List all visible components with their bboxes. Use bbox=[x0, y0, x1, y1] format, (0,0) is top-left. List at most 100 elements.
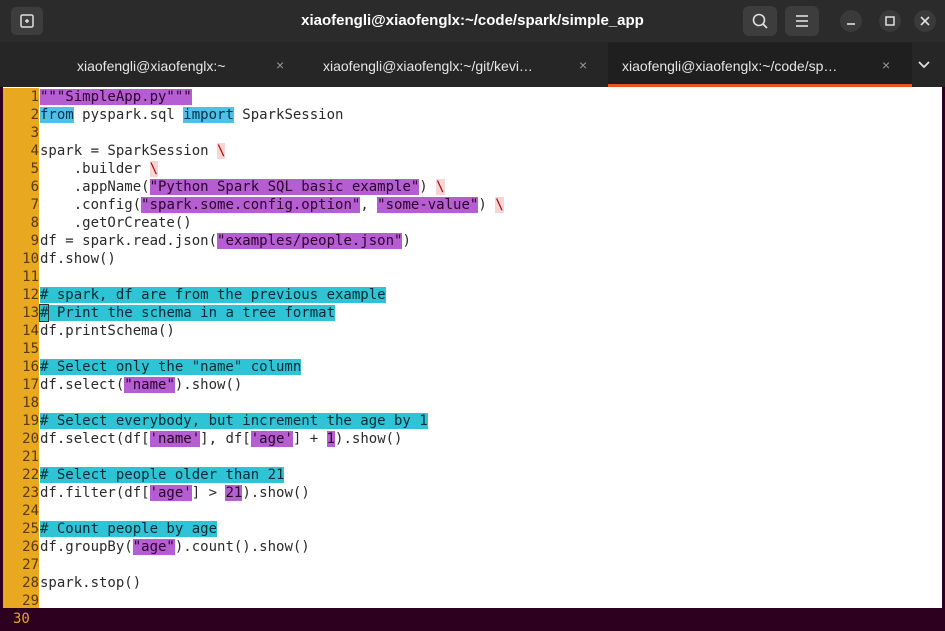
code-line[interactable]: 23 df.filter(df['age'] > 21).show() bbox=[3, 484, 942, 502]
title-bar: xiaofengli@xiaofenglx:~/code/spark/simpl… bbox=[0, 0, 945, 42]
code-text: .builder \ bbox=[40, 160, 159, 178]
line-number: 1 bbox=[3, 88, 39, 106]
code-line[interactable]: 14 df.printSchema() bbox=[3, 322, 942, 340]
code-text: # spark, df are from the previous exampl… bbox=[40, 286, 386, 304]
code-line[interactable]: 9 df = spark.read.json("examples/people.j… bbox=[3, 232, 942, 250]
code-text: # Print the schema in a tree format bbox=[38, 304, 336, 322]
tab-label: xiaofengli@xiaofenglx:~ bbox=[77, 58, 226, 74]
line-number: 14 bbox=[3, 322, 39, 340]
line-number: 19 bbox=[3, 412, 39, 430]
syntax-token: "examples/people.json" bbox=[217, 233, 403, 249]
vim-editor[interactable]: 1 """SimpleApp.py""" 2 from pyspark.sql imp… bbox=[3, 87, 942, 610]
code-token: df = spark.read.json( bbox=[40, 233, 218, 249]
code-text: from pyspark.sql import SparkSession bbox=[40, 106, 343, 124]
tab-list-button[interactable] bbox=[915, 56, 933, 79]
code-line[interactable]: 1 """SimpleApp.py""" bbox=[3, 88, 942, 106]
code-token: ).show() bbox=[335, 431, 403, 447]
code-text: df.groupBy("age").count().show() bbox=[40, 538, 310, 556]
syntax-token: "name" bbox=[124, 377, 175, 393]
code-token: df.printSchema() bbox=[40, 323, 175, 339]
code-line[interactable]: 8 .getOrCreate() bbox=[3, 214, 942, 232]
search-button[interactable] bbox=[743, 6, 777, 36]
code-line[interactable]: 10 df.show() bbox=[3, 250, 942, 268]
code-line[interactable]: 13 # Print the schema in a tree format bbox=[3, 304, 942, 322]
close-window-button[interactable] bbox=[914, 10, 936, 32]
code-line[interactable]: 4 spark = SparkSession \ bbox=[3, 142, 942, 160]
syntax-token: # Select everybody, but increment the ag… bbox=[40, 413, 428, 429]
code-line[interactable]: 25 # Count people by age bbox=[3, 520, 942, 538]
line-number: 22 bbox=[3, 466, 39, 484]
code-text: .config("spark.some.config.option", "som… bbox=[40, 196, 504, 214]
code-token: spark.stop() bbox=[40, 575, 142, 591]
code-text: spark.stop() bbox=[40, 574, 141, 592]
line-number: 12 bbox=[3, 286, 39, 304]
code-line[interactable]: 2 from pyspark.sql import SparkSession bbox=[3, 106, 942, 124]
code-line[interactable]: 24 bbox=[3, 502, 942, 520]
syntax-token: 1 bbox=[326, 431, 336, 447]
tab-simple-app[interactable]: xiaofengli@xiaofenglx:~/code/sp… × bbox=[608, 42, 912, 87]
code-line[interactable]: 11 bbox=[3, 268, 942, 286]
code-token: ) bbox=[478, 197, 496, 213]
code-line[interactable]: 3 bbox=[3, 124, 942, 142]
code-line[interactable]: 15 bbox=[3, 340, 942, 358]
line-number: 2 bbox=[3, 106, 39, 124]
menu-button[interactable] bbox=[785, 6, 819, 36]
code-line[interactable]: 16 # Select only the "name" column bbox=[3, 358, 942, 376]
line-number: 4 bbox=[3, 142, 39, 160]
line-number: 30 bbox=[13, 611, 30, 627]
syntax-token: # spark, df are from the previous exampl… bbox=[40, 287, 386, 303]
tab-home[interactable]: xiaofengli@xiaofenglx:~ × bbox=[0, 42, 303, 87]
line-number: 3 bbox=[3, 124, 39, 142]
code-line[interactable]: 22 # Select people older than 21 bbox=[3, 466, 942, 484]
tab-close-icon[interactable]: × bbox=[579, 57, 587, 73]
code-line[interactable]: 19 # Select everybody, but increment the … bbox=[3, 412, 942, 430]
code-token: df.select(df[ bbox=[40, 431, 150, 447]
syntax-token: \ bbox=[436, 179, 445, 195]
syntax-token: import bbox=[183, 107, 234, 123]
code-token: ], df[ bbox=[200, 431, 251, 447]
syntax-token: 'age' bbox=[149, 485, 192, 501]
code-line[interactable]: 18 bbox=[3, 394, 942, 412]
code-line[interactable]: 26 df.groupBy("age").count().show() bbox=[3, 538, 942, 556]
line-number: 26 bbox=[3, 538, 39, 556]
code-line[interactable]: 21 bbox=[3, 448, 942, 466]
code-line[interactable]: 17 df.select("name").show() bbox=[3, 376, 942, 394]
code-text: """SimpleApp.py""" bbox=[40, 88, 192, 106]
line-number: 18 bbox=[3, 394, 39, 412]
tab-git[interactable]: xiaofengli@xiaofenglx:~/git/kevi… × bbox=[303, 42, 608, 87]
search-icon bbox=[752, 13, 768, 29]
syntax-token: # Select only the "name" column bbox=[40, 359, 302, 375]
code-token: .builder bbox=[40, 161, 150, 177]
code-line[interactable]: 20 df.select(df['name'], df['age'] + 1).s… bbox=[3, 430, 942, 448]
syntax-token: "age" bbox=[132, 539, 175, 555]
maximize-button[interactable] bbox=[879, 10, 901, 32]
code-text: df.show() bbox=[40, 250, 116, 268]
tab-close-icon[interactable]: × bbox=[276, 57, 284, 73]
syntax-token: "some-value" bbox=[377, 197, 479, 213]
line-number: 25 bbox=[3, 520, 39, 538]
minimize-button[interactable] bbox=[840, 10, 862, 32]
code-line[interactable]: 6 .appName("Python Spark SQL basic examp… bbox=[3, 178, 942, 196]
syntax-token: Print the schema in a tree format bbox=[48, 305, 336, 321]
chevron-down-icon bbox=[918, 61, 930, 69]
code-line[interactable]: 28 spark.stop() bbox=[3, 574, 942, 592]
code-line[interactable]: 5 .builder \ bbox=[3, 160, 942, 178]
status-line: 30 bbox=[0, 608, 945, 631]
code-line[interactable]: 12 # spark, df are from the previous exam… bbox=[3, 286, 942, 304]
line-number: 16 bbox=[3, 358, 39, 376]
syntax-token: \ bbox=[149, 161, 159, 177]
line-number: 15 bbox=[3, 340, 39, 358]
code-token: ] + bbox=[292, 431, 327, 447]
tab-close-icon[interactable]: × bbox=[882, 57, 890, 73]
line-number: 27 bbox=[3, 556, 39, 574]
tab-label: xiaofengli@xiaofenglx:~/code/sp… bbox=[622, 58, 838, 74]
code-text: # Select only the "name" column bbox=[40, 358, 302, 376]
code-line[interactable]: 7 .config("spark.some.config.option", "s… bbox=[3, 196, 942, 214]
code-token: df.show() bbox=[40, 251, 116, 267]
code-line[interactable]: 27 bbox=[3, 556, 942, 574]
code-text: df.filter(df['age'] > 21).show() bbox=[40, 484, 310, 502]
code-token: pyspark.sql bbox=[73, 107, 184, 123]
close-icon bbox=[920, 16, 930, 26]
code-text: df = spark.read.json("examples/people.js… bbox=[40, 232, 411, 250]
syntax-token: "spark.some.config.option" bbox=[141, 197, 361, 213]
